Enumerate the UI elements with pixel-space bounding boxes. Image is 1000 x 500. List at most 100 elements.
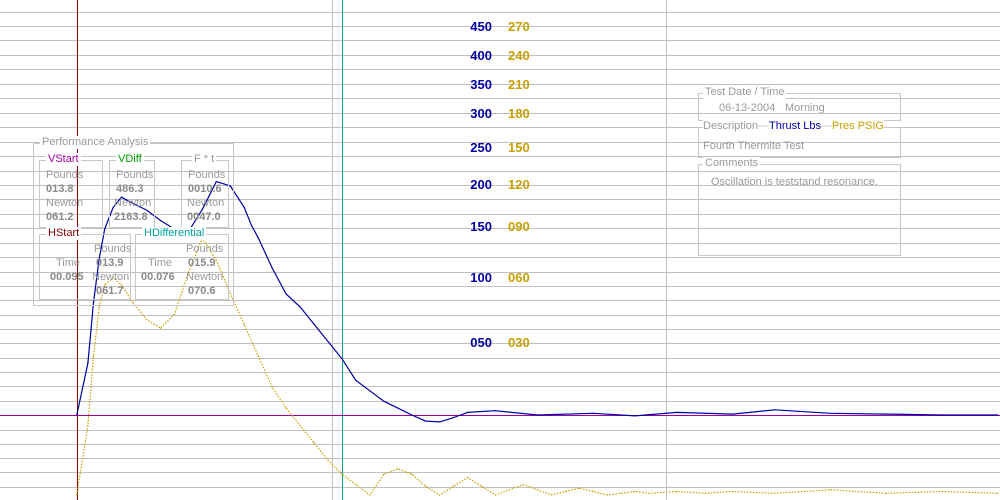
left-axis-tick-label: 200 — [470, 177, 492, 192]
fxt-pounds-value: 0010.6 — [188, 183, 222, 195]
data-point-0-23 — [341, 358, 343, 360]
data-point-1-0 — [76, 494, 78, 496]
comments-box: Comments Oscillation is teststand resona… — [698, 157, 901, 256]
vstart-pounds-label: Pounds — [46, 169, 84, 181]
data-point-1-42 — [620, 492, 622, 494]
data-point-1-33 — [494, 494, 497, 496]
hdiff-newton-value: 070.6 — [188, 285, 216, 297]
data-point-1-27 — [411, 473, 413, 475]
thrust-legend-label: Thrust Lbs — [769, 120, 821, 132]
data-point-1-8 — [146, 319, 148, 321]
vdiff-title: VDiff — [116, 153, 144, 166]
hstart-pounds-label: Pounds — [94, 243, 132, 255]
hstart-title: HStart — [46, 227, 82, 240]
vdiff-newton-label: Newton — [114, 197, 152, 209]
hstart-pounds-value: 013.9 — [96, 257, 124, 269]
hdiff-pounds-label: Pounds — [186, 243, 224, 255]
data-point-1-40 — [592, 490, 594, 493]
data-point-1-20 — [313, 442, 315, 444]
data-point-0-18 — [271, 267, 273, 269]
data-point-0-36 — [592, 412, 594, 414]
data-point-0-22 — [327, 340, 329, 343]
data-point-0-24 — [355, 379, 357, 381]
data-point-0-33 — [467, 411, 469, 413]
data-point-0-17 — [257, 237, 259, 239]
data-point-1-34 — [508, 489, 511, 491]
data-point-1-50 — [885, 492, 887, 494]
right-axis-tick-label: 180 — [508, 106, 530, 121]
data-point-1-35 — [522, 484, 525, 486]
data-point-0-40 — [774, 409, 776, 411]
hdifferential-title: HDifferential — [142, 227, 207, 240]
left-axis-tick-label: 350 — [470, 77, 492, 92]
vdiff-pounds-label: Pounds — [116, 169, 154, 181]
left-axis-tick-label: 450 — [470, 19, 492, 34]
hdiff-pounds-value: 015.9 — [188, 257, 216, 269]
data-point-1-49 — [829, 489, 832, 491]
data-point-1-15 — [243, 324, 245, 326]
data-point-1-23 — [355, 484, 357, 486]
comments-text[interactable]: Oscillation is teststand resonance. — [711, 176, 878, 189]
data-point-1-25 — [383, 473, 385, 475]
left-axis-tick-label: 100 — [470, 270, 492, 285]
hstart-time-label: Time — [56, 257, 81, 269]
f-times-t-title: F * t — [192, 153, 217, 166]
hstart-newton-value: 061.7 — [96, 285, 124, 297]
test-time-value[interactable]: Morning — [785, 102, 825, 115]
data-point-0-28 — [411, 414, 413, 416]
data-point-0-42 — [885, 413, 887, 415]
vstart-title: VStart — [46, 153, 81, 166]
data-point-0-27 — [397, 407, 399, 409]
description-title: Description — [703, 120, 759, 132]
performance-analysis-panel: Performance Analysis VStart Pounds 013.8… — [33, 136, 234, 306]
data-point-1-48 — [774, 492, 776, 494]
description-title-row: Description—Thrust Lbs—Pres PSIG — [703, 120, 884, 133]
left-axis-tick-label: 400 — [470, 48, 492, 63]
data-point-1-22 — [341, 473, 343, 475]
data-point-1-38 — [564, 490, 566, 493]
data-point-0-35 — [536, 414, 539, 416]
left-axis-tick-label: 050 — [470, 335, 492, 350]
left-axis-tick-label: 150 — [470, 219, 492, 234]
data-point-1-47 — [732, 490, 734, 493]
right-axis-tick-label: 270 — [508, 19, 530, 34]
fxt-newton-value: 0047.0 — [187, 211, 221, 223]
data-point-0-43 — [941, 414, 943, 416]
data-point-0-32 — [460, 414, 462, 416]
data-point-1-39 — [578, 487, 580, 489]
data-point-0-38 — [676, 411, 678, 413]
data-point-1-32 — [481, 485, 483, 487]
pres-legend-label: Pres PSIG — [832, 120, 884, 132]
data-point-1-44 — [648, 492, 650, 494]
left-axis-tick-label: 250 — [470, 140, 492, 155]
vdiff-newton-value: 2163.8 — [114, 211, 148, 223]
data-point-1-26 — [397, 468, 399, 470]
data-point-1-43 — [634, 490, 636, 493]
hdiff-time-value: 00.076 — [141, 271, 175, 283]
test-date-box: Test Date / Time 06-13-2004 Morning — [698, 86, 901, 121]
data-point-1-37 — [550, 494, 552, 496]
data-point-0-44 — [997, 414, 999, 416]
data-point-0-25 — [369, 390, 371, 392]
data-point-0-41 — [829, 412, 832, 414]
data-point-0-26 — [383, 400, 385, 402]
data-point-1-28 — [425, 485, 427, 487]
vstart-box: VStart Pounds 013.8 Newton 061.2 — [39, 153, 103, 228]
description-text[interactable]: Fourth Thermite Test — [703, 140, 804, 153]
data-point-0-39 — [732, 413, 734, 415]
data-point-1-41 — [606, 494, 608, 496]
data-point-1-46 — [704, 492, 706, 494]
right-axis-tick-label: 090 — [508, 219, 530, 234]
data-point-1-9 — [159, 327, 162, 329]
data-point-1-16 — [257, 355, 259, 357]
right-axis-tick-label: 150 — [508, 140, 530, 155]
comments-title: Comments — [703, 157, 761, 170]
test-date-value[interactable]: 06-13-2004 — [719, 102, 775, 115]
data-point-0-19 — [285, 293, 287, 295]
data-point-1-19 — [299, 424, 301, 427]
hstart-time-value: 00.095 — [50, 271, 84, 283]
vdiff-box: VDiff Pounds 486.3 Newton 2163.8 — [109, 153, 155, 228]
data-point-1-51 — [941, 490, 943, 493]
hdifferential-box: HDifferential Pounds Time 015.9 00.076 N… — [135, 227, 229, 300]
vstart-newton-value: 061.2 — [46, 211, 74, 223]
